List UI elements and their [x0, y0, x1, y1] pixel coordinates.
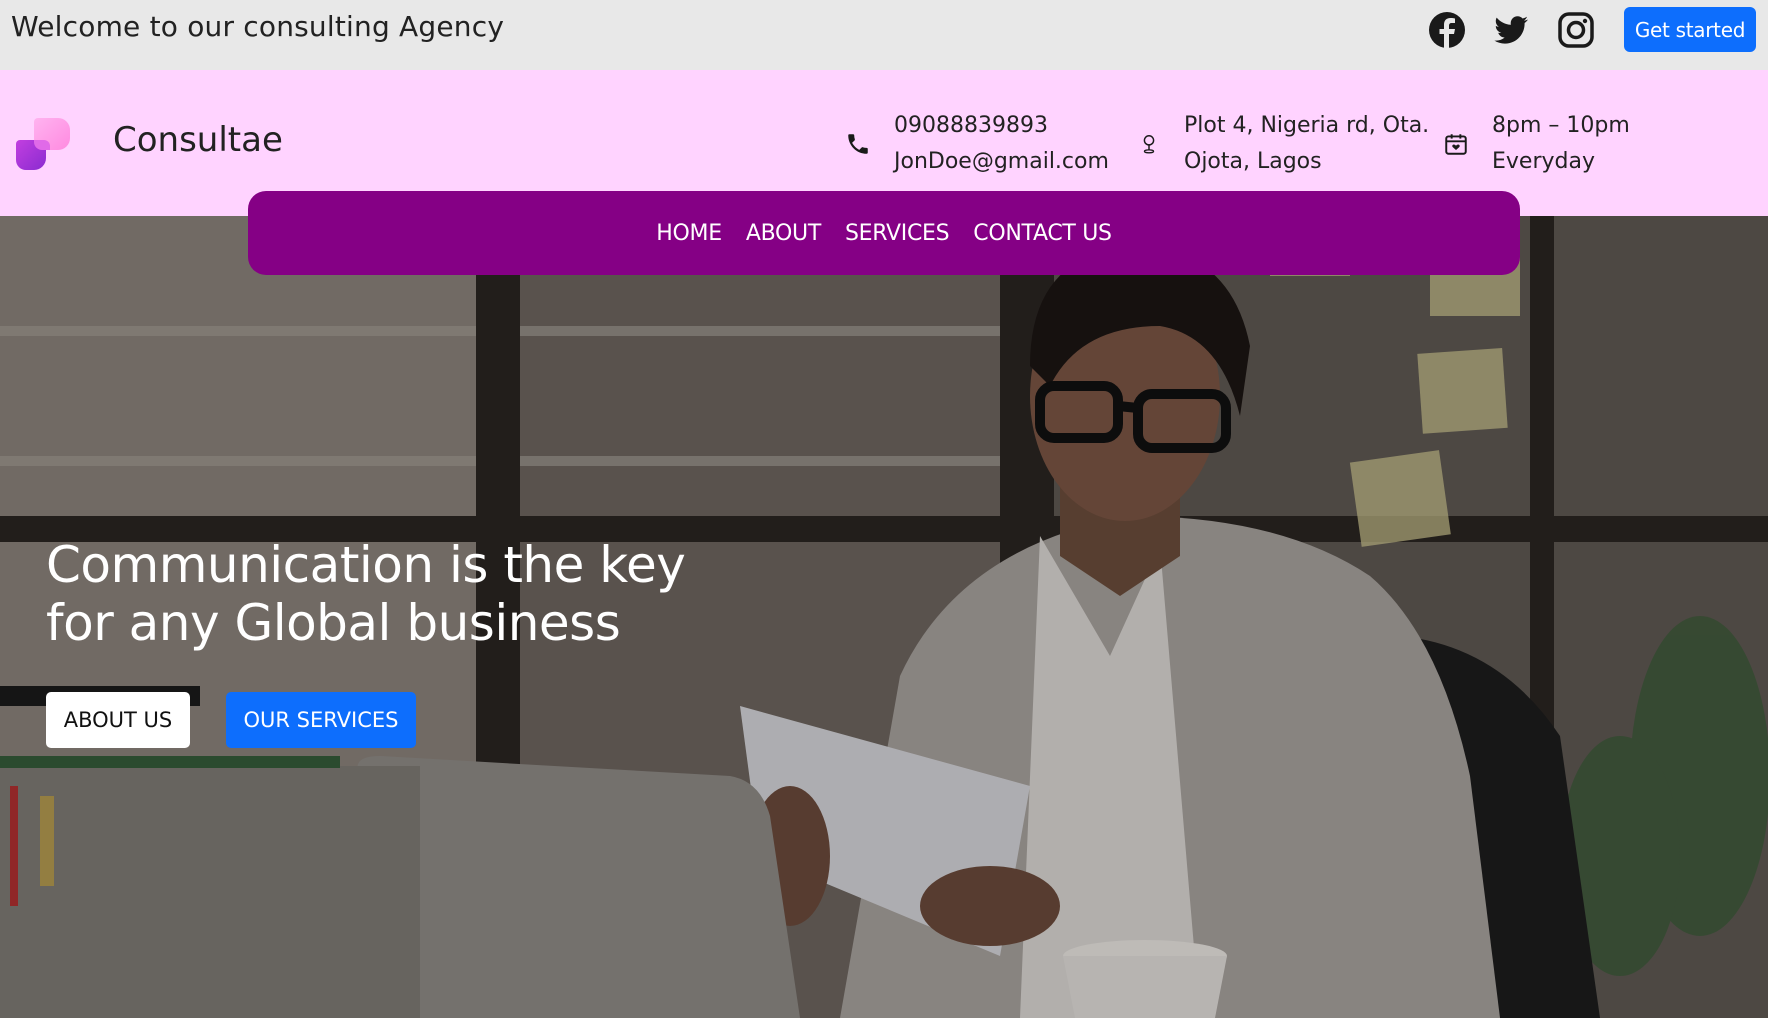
calendar-icon	[1441, 129, 1471, 159]
hero-headline: Communication is the key for any Global …	[46, 536, 746, 652]
hours-line-1: 8pm – 10pm	[1492, 113, 1630, 138]
nav-item-home[interactable]: HOME	[656, 221, 722, 246]
logo-icon[interactable]	[14, 116, 74, 176]
address-info: Plot 4, Nigeria rd, Ota. Ojota, Lagos	[1184, 108, 1429, 180]
get-started-button[interactable]: Get started	[1624, 7, 1756, 52]
welcome-text: Welcome to our consulting Agency	[11, 10, 505, 43]
address-line-1: Plot 4, Nigeria rd, Ota.	[1184, 113, 1430, 138]
hours-line-2: Everyday	[1492, 149, 1595, 174]
top-bar: Welcome to our consulting Agency Get sta…	[0, 0, 1768, 70]
contact-info: 09088839893 JonDoe@gmail.com	[894, 108, 1109, 180]
facebook-icon[interactable]	[1426, 9, 1468, 51]
phone-icon	[843, 129, 873, 159]
brand-name[interactable]: Consultae	[113, 120, 283, 160]
nav-item-services[interactable]: SERVICES	[845, 221, 950, 246]
twitter-icon[interactable]	[1490, 9, 1532, 51]
location-pin-icon	[1134, 129, 1164, 159]
about-us-button[interactable]: ABOUT US	[46, 692, 190, 748]
nav-item-contact-us[interactable]: CONTACT US	[973, 221, 1112, 246]
hero-section: Communication is the key for any Global …	[0, 216, 1768, 1018]
email-address[interactable]: JonDoe@gmail.com	[894, 144, 1109, 180]
hero-headline-line-1: Communication is the key	[46, 536, 686, 594]
phone-number[interactable]: 09088839893	[894, 108, 1109, 144]
our-services-button[interactable]: OUR SERVICES	[226, 692, 416, 748]
hero-headline-line-2: for any Global business	[46, 594, 621, 652]
main-nav: HOME ABOUT SERVICES CONTACT US	[248, 191, 1520, 275]
instagram-icon[interactable]	[1555, 9, 1597, 51]
hours-info: 8pm – 10pm Everyday	[1492, 108, 1630, 180]
address-line-2: Ojota, Lagos	[1184, 149, 1322, 174]
nav-item-about[interactable]: ABOUT	[746, 221, 821, 246]
